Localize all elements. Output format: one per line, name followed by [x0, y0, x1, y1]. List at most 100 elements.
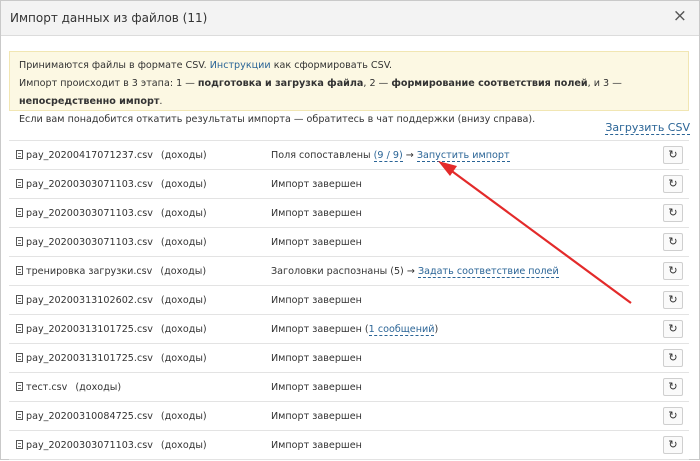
document-icon — [16, 295, 23, 304]
table-row: тренировка загрузки.csv (доходы) Заголовки… — [9, 257, 689, 286]
table-row: pay_20200303071103.csv (доходы) Импорт зав… — [9, 431, 689, 460]
refresh-icon[interactable]: ↻ — [663, 175, 683, 193]
file-type: (доходы) — [160, 179, 207, 190]
document-icon — [16, 411, 23, 420]
status-cell: Импорт завершен — [271, 237, 362, 248]
file-name: pay_20200417071237.csv — [26, 150, 153, 161]
file-name: pay_20200303071103.csv — [26, 179, 153, 190]
status-action-link[interactable]: Задать соответствие полей — [417, 266, 559, 278]
document-icon — [16, 150, 23, 159]
file-name: pay_20200310084725.csv — [26, 411, 153, 422]
status-text: Импорт завершен — [271, 411, 362, 422]
status-cell: Импорт завершен — [271, 179, 362, 190]
table-row: pay_20200313101725.csv (доходы) Импорт зав… — [9, 315, 689, 344]
status-cell: Импорт завершен — [271, 382, 362, 393]
file-cell: pay_20200417071237.csv (доходы) — [16, 150, 207, 161]
status-text: Импорт завершен — [271, 295, 362, 306]
table-row: pay_20200303071103.csv (доходы) Импорт зав… — [9, 170, 689, 199]
file-cell: pay_20200313101725.csv (доходы) — [16, 353, 207, 364]
file-type: (доходы) — [160, 324, 207, 335]
import-dialog: Импорт данных из файлов (11) × Принимают… — [0, 0, 700, 460]
arrow-separator: → — [406, 266, 415, 277]
dialog-header: Импорт данных из файлов (11) × — [1, 1, 699, 36]
upload-csv-button[interactable]: Загрузить CSV — [605, 121, 690, 135]
refresh-icon[interactable]: ↻ — [663, 320, 683, 338]
status-cell: Импорт завершен (1 сообщений) — [271, 324, 439, 336]
refresh-icon[interactable]: ↻ — [663, 291, 683, 309]
status-action-link[interactable]: 1 сообщений — [368, 324, 435, 336]
refresh-icon[interactable]: ↻ — [663, 436, 683, 454]
table-row: тест.csv (доходы) Импорт завершен ↻ — [9, 373, 689, 402]
document-icon — [16, 440, 23, 449]
status-action-link[interactable]: Запустить импорт — [416, 150, 510, 162]
document-icon — [16, 382, 23, 391]
table-row: pay_20200313102602.csv (доходы) Импорт зав… — [9, 286, 689, 315]
file-name: тест.csv — [26, 382, 68, 393]
file-cell: тренировка загрузки.csv (доходы) — [16, 266, 206, 277]
refresh-icon[interactable]: ↻ — [663, 204, 683, 222]
file-name: тренировка загрузки.csv — [26, 266, 153, 277]
file-type: (доходы) — [160, 150, 207, 161]
status-text: Импорт завершен — [271, 382, 362, 393]
file-type: (доходы) — [160, 208, 207, 219]
document-icon — [16, 353, 23, 362]
status-text: Импорт завершен — [271, 208, 362, 219]
file-type: (доходы) — [160, 411, 207, 422]
status-text: Импорт завершен — [271, 179, 362, 190]
file-cell: тест.csv (доходы) — [16, 382, 121, 393]
file-name: pay_20200313102602.csv — [26, 295, 153, 306]
status-cell: Импорт завершен — [271, 411, 362, 422]
close-icon[interactable]: × — [673, 6, 687, 26]
fields-count-link[interactable]: (9 / 9) — [373, 150, 403, 162]
refresh-icon[interactable]: ↻ — [663, 407, 683, 425]
file-name: pay_20200303071103.csv — [26, 440, 153, 451]
file-name: pay_20200313101725.csv — [26, 353, 153, 364]
document-icon — [16, 208, 23, 217]
instructions-link[interactable]: Инструкции — [210, 60, 271, 71]
file-cell: pay_20200313101725.csv (доходы) — [16, 324, 207, 335]
status-text: Импорт завершен ( — [271, 324, 369, 335]
status-text: Заголовки распознаны (5) — [271, 266, 404, 277]
file-cell: pay_20200310084725.csv (доходы) — [16, 411, 207, 422]
table-row: pay_20200310084725.csv (доходы) Импорт зав… — [9, 402, 689, 431]
refresh-icon[interactable]: ↻ — [663, 378, 683, 396]
status-cell: Заголовки распознаны (5) → Задать соотве… — [271, 266, 559, 278]
file-cell: pay_20200303071103.csv (доходы) — [16, 440, 207, 451]
file-type: (доходы) — [75, 382, 122, 393]
document-icon — [16, 237, 23, 246]
file-type: (доходы) — [160, 266, 207, 277]
document-icon — [16, 179, 23, 188]
info-line-1: Принимаются файлы в формате CSV. Инструк… — [19, 60, 393, 71]
file-type: (доходы) — [160, 237, 207, 248]
status-cell: Импорт завершен — [271, 208, 362, 219]
file-cell: pay_20200303071103.csv (доходы) — [16, 237, 207, 248]
file-name: pay_20200313101725.csv — [26, 324, 153, 335]
document-icon — [16, 324, 23, 333]
refresh-icon[interactable]: ↻ — [663, 262, 683, 280]
status-text: Импорт завершен — [271, 353, 362, 364]
table-row: pay_20200417071237.csv (доходы) Поля сопос… — [9, 141, 689, 170]
imports-table: pay_20200417071237.csv (доходы) Поля сопос… — [9, 140, 689, 460]
info-line-3: Если вам понадобится откатить результаты… — [19, 114, 536, 125]
info-box: Принимаются файлы в формате CSV. Инструк… — [9, 51, 689, 125]
file-cell: pay_20200303071103.csv (доходы) — [16, 208, 207, 219]
status-cell: Поля сопоставлены (9 / 9) → Запустить им… — [271, 150, 510, 162]
file-name: pay_20200303071103.csv — [26, 237, 153, 248]
refresh-icon[interactable]: ↻ — [663, 233, 683, 251]
file-cell: pay_20200313102602.csv (доходы) — [16, 295, 207, 306]
dialog-title: Импорт данных из файлов (11) — [10, 11, 208, 25]
status-cell: Импорт завершен — [271, 440, 362, 451]
status-text: Импорт завершен — [271, 237, 362, 248]
file-type: (доходы) — [160, 353, 207, 364]
refresh-icon[interactable]: ↻ — [663, 146, 683, 164]
file-cell: pay_20200303071103.csv (доходы) — [16, 179, 207, 190]
status-cell: Импорт завершен — [271, 295, 362, 306]
status-text: Импорт завершен — [271, 440, 362, 451]
info-line-2: Импорт происходит в 3 этапа: 1 — подгото… — [19, 78, 622, 107]
file-type: (доходы) — [160, 295, 207, 306]
file-type: (доходы) — [160, 440, 207, 451]
refresh-icon[interactable]: ↻ — [663, 349, 683, 367]
document-icon — [16, 266, 23, 275]
table-row: pay_20200303071103.csv (доходы) Импорт зав… — [9, 199, 689, 228]
arrow-separator: → — [405, 150, 414, 161]
